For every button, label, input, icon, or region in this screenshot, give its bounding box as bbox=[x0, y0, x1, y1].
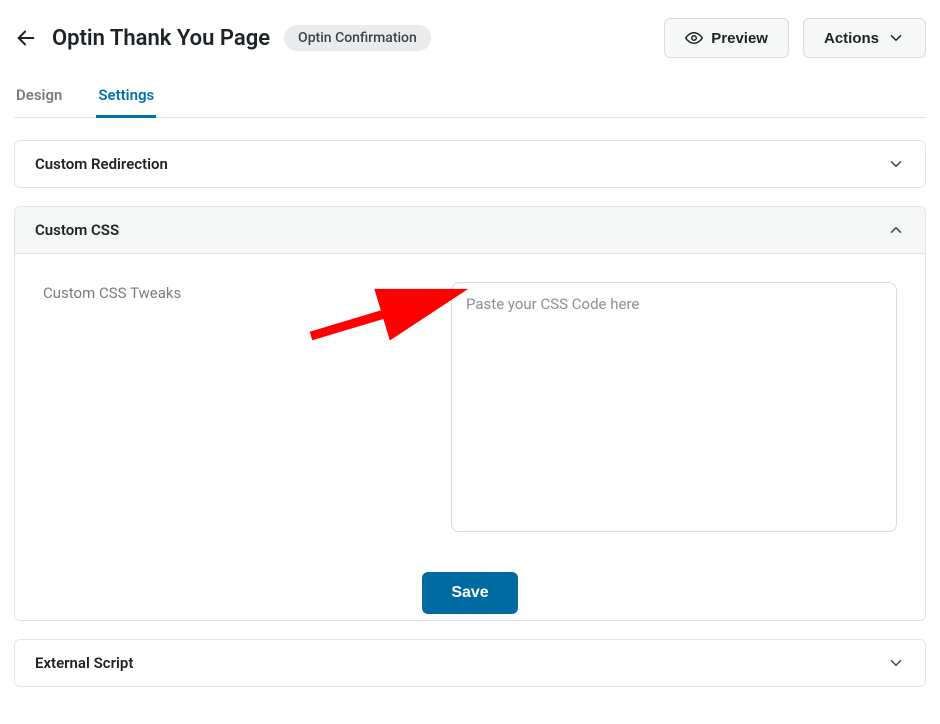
tab-bar: Design Settings bbox=[14, 86, 926, 118]
page-header: Optin Thank You Page Optin Confirmation … bbox=[14, 18, 926, 58]
custom-css-textarea[interactable] bbox=[451, 282, 897, 532]
status-badge: Optin Confirmation bbox=[284, 25, 431, 51]
custom-css-field-label: Custom CSS Tweaks bbox=[43, 282, 423, 536]
panel-external-script-header[interactable]: External Script bbox=[15, 640, 925, 686]
chevron-up-icon bbox=[887, 221, 905, 239]
chevron-down-icon bbox=[887, 155, 905, 173]
preview-button-label: Preview bbox=[711, 30, 768, 47]
tab-settings[interactable]: Settings bbox=[96, 86, 156, 118]
chevron-down-icon bbox=[887, 29, 905, 47]
panel-external-script: External Script bbox=[14, 639, 926, 687]
panel-custom-css: Custom CSS Custom CSS Tweaks Save bbox=[14, 206, 926, 621]
tab-design[interactable]: Design bbox=[14, 86, 64, 118]
panel-custom-redirection: Custom Redirection bbox=[14, 140, 926, 188]
actions-button-label: Actions bbox=[824, 30, 879, 47]
panel-custom-redirection-header[interactable]: Custom Redirection bbox=[15, 141, 925, 187]
save-button[interactable]: Save bbox=[422, 572, 517, 614]
save-row: Save bbox=[15, 572, 925, 620]
panel-custom-css-title: Custom CSS bbox=[35, 221, 119, 239]
panel-custom-css-header[interactable]: Custom CSS bbox=[15, 207, 925, 254]
chevron-down-icon bbox=[887, 654, 905, 672]
arrow-left-icon bbox=[15, 27, 37, 49]
actions-button[interactable]: Actions bbox=[803, 18, 926, 58]
preview-button[interactable]: Preview bbox=[664, 18, 789, 58]
page-title: Optin Thank You Page bbox=[52, 26, 270, 51]
eye-icon bbox=[685, 29, 703, 47]
panel-external-script-title: External Script bbox=[35, 654, 133, 672]
back-arrow-button[interactable] bbox=[14, 26, 38, 50]
panel-custom-redirection-title: Custom Redirection bbox=[35, 155, 168, 173]
panel-custom-css-body: Custom CSS Tweaks bbox=[15, 254, 925, 572]
custom-css-field-control bbox=[451, 282, 897, 536]
